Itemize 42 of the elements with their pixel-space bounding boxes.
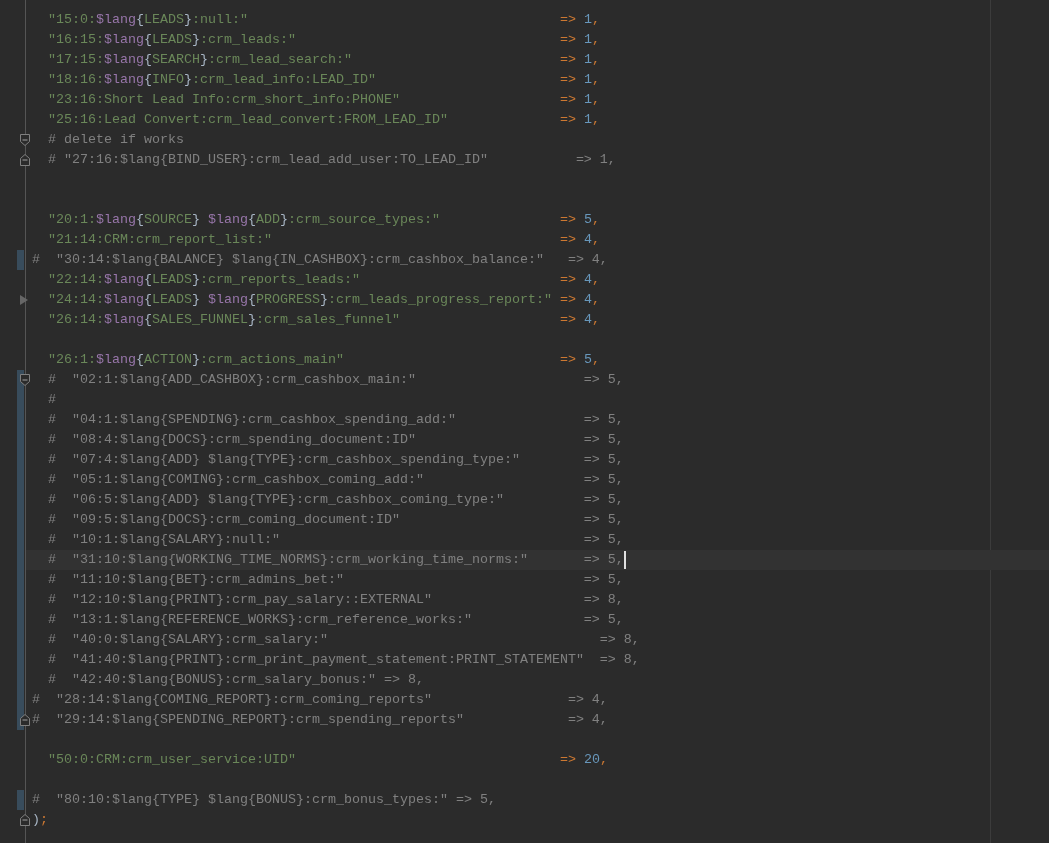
comment-line: # "07:4:$lang{ADD} $lang{TYPE}:crm_cashbox_spending_type:" => 5, — [47, 451, 624, 469]
code-line: "18:16:$lang{INFO}:crm_lead_info:LEAD_ID" => 1, — [47, 71, 600, 89]
collapse-icon[interactable] — [19, 134, 31, 146]
code-line: "24:14:$lang{LEADS} $lang{PROGRESS}:crm_leads_progress_report:" => 4, — [47, 291, 600, 309]
code-line: "15:0:$lang{LEADS}:null:" => 1, — [47, 11, 600, 29]
code-line: "22:14:$lang{LEADS}:crm_reports_leads:" => 4, — [47, 271, 600, 289]
comment-line: # "41:40:$lang{PRINT}:crm_print_payment_statement:PRINT_STATEMENT" => 8, — [47, 651, 640, 669]
code-line: "50:0:CRM:crm_user_service:UID" => 20, — [47, 751, 608, 769]
comment-line: # "28:14:$lang{COMING_REPORT}:crm_coming_reports" => 4, — [32, 691, 608, 709]
collapse-icon[interactable] — [19, 714, 31, 726]
comment-line: # "80:10:$lang{TYPE} $lang{BONUS}:crm_bonus_types:" => 5, — [32, 791, 496, 809]
code-line: "23:16:Short Lead Info:crm_short_info:PHONE" => 1, — [47, 91, 600, 109]
comment-line: # "04:1:$lang{SPENDING}:crm_cashbox_spending_add:" => 5, — [47, 411, 624, 429]
collapse-icon[interactable] — [19, 814, 31, 826]
comment-line: # "42:40:$lang{BONUS}:crm_salary_bonus:" => 8, — [47, 671, 424, 689]
code-line: "17:15:$lang{SEARCH}:crm_lead_search:" => 1, — [47, 51, 600, 69]
comment-line: # "10:1:$lang{SALARY}:null:" => 5, — [47, 531, 624, 549]
code-line: "21:14:CRM:crm_report_list:" => 4, — [47, 231, 600, 249]
code-line: "25:16:Lead Convert:crm_lead_convert:FROM_LEAD_ID" => 1, — [47, 111, 600, 129]
comment-line: # "29:14:$lang{SPENDING_REPORT}:crm_spending_reports" => 4, — [32, 711, 608, 729]
comment-line: # "05:1:$lang{COMING}:crm_cashbox_coming_add:" => 5, — [47, 471, 624, 489]
code-line: "16:15:$lang{LEADS}:crm_leads:" => 1, — [47, 31, 600, 49]
comment-line: # "13:1:$lang{REFERENCE_WORKS}:crm_reference_works:" => 5, — [47, 611, 624, 629]
comment-line: # "06:5:$lang{ADD} $lang{TYPE}:crm_cashbox_coming_type:" => 5, — [47, 491, 624, 509]
code-line: ); — [32, 811, 48, 829]
collapse-icon[interactable] — [19, 374, 31, 386]
comment-line: # "08:4:$lang{DOCS}:crm_spending_document:ID" => 5, — [47, 431, 624, 449]
code-line: "26:14:$lang{SALES_FUNNEL}:crm_sales_funnel" => 4, — [47, 311, 600, 329]
comment-line: # — [47, 391, 56, 409]
comment-line: # "31:10:$lang{WORKING_TIME_NORMS}:crm_working_time_norms:" => 5, — [47, 551, 624, 569]
comment-line: # "02:1:$lang{ADD_CASHBOX}:crm_cashbox_main:" => 5, — [47, 371, 624, 389]
comment-line: # delete if works — [47, 131, 184, 149]
comment-line: # "11:10:$lang{BET}:crm_admins_bet:" => 5, — [47, 571, 624, 589]
comment-line: # "30:14:$lang{BALANCE} $lang{IN_CASHBOX}:crm_cashbox_balance:" => 4, — [32, 251, 608, 269]
code-line: "20:1:$lang{SOURCE} $lang{ADD}:crm_source_types:" => 5, — [47, 211, 600, 229]
comment-line: # "27:16:$lang{BIND_USER}:crm_lead_add_user:TO_LEAD_ID" => 1, — [47, 151, 616, 169]
comment-line: # "12:10:$lang{PRINT}:crm_pay_salary::EXTERNAL" => 8, — [47, 591, 624, 609]
comment-line: # "09:5:$lang{DOCS}:crm_coming_document:ID" => 5, — [47, 511, 624, 529]
text-cursor — [623, 551, 626, 569]
comment-line: # "40:0:$lang{SALARY}:crm_salary:" => 8, — [47, 631, 640, 649]
collapse-icon[interactable] — [19, 154, 31, 166]
code-line: "26:1:$lang{ACTION}:crm_actions_main" => 5, — [47, 351, 600, 369]
